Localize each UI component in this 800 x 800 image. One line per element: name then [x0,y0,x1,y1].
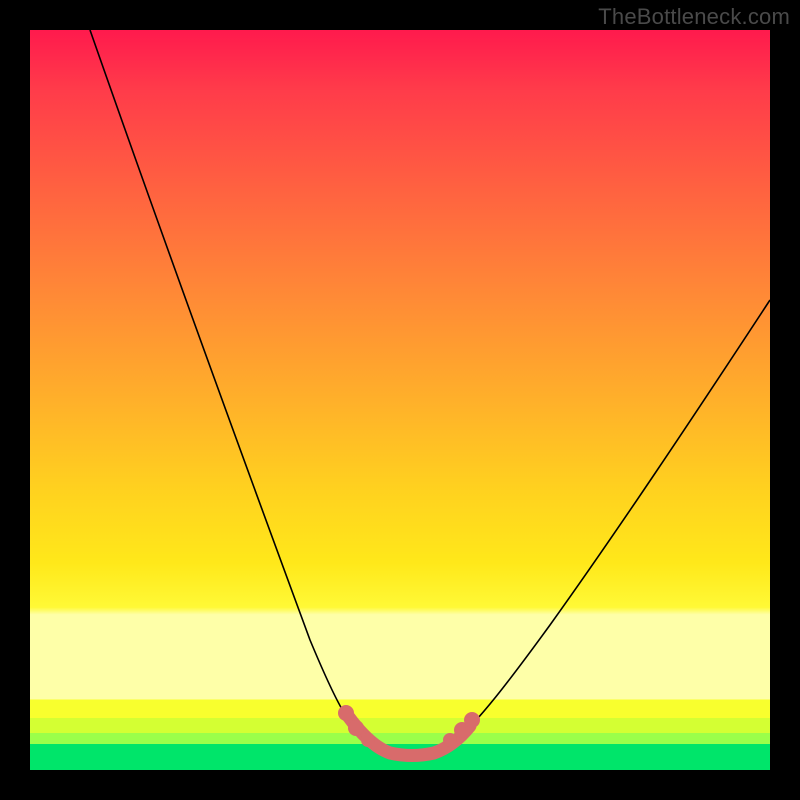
dot-icon [464,712,480,728]
dot-icon [338,705,354,721]
watermark-text: TheBottleneck.com [598,4,790,30]
chart-frame: TheBottleneck.com [0,0,800,800]
plot-area [30,30,770,770]
dot-icon [348,720,364,736]
dot-icon [443,733,457,747]
dot-icon [361,733,375,747]
bottleneck-curve [90,30,770,756]
chart-svg [30,30,770,770]
